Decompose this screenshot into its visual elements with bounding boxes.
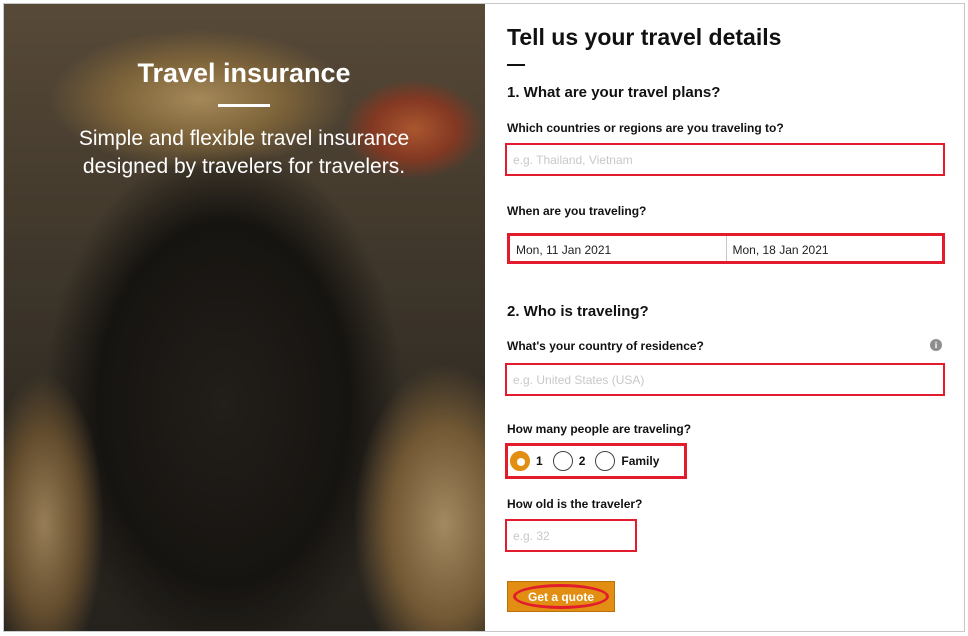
page-frame: Travel insurance Simple and flexible tra… xyxy=(3,3,965,632)
people-option-label: Family xyxy=(621,454,660,468)
section-travel-plans: 1. What are your travel plans? xyxy=(507,84,721,101)
countries-input[interactable]: e.g. Thailand, Vietnam xyxy=(505,143,945,176)
form-title: Tell us your travel details xyxy=(507,24,782,50)
people-count-label: How many people are traveling? xyxy=(507,422,692,436)
info-icon[interactable]: i xyxy=(930,339,942,351)
travel-details-form: Tell us your travel details 1. What are … xyxy=(485,4,964,631)
hero-subtitle: Simple and flexible travel insurance des… xyxy=(78,127,410,178)
people-option-label: 2 xyxy=(578,454,586,468)
section-who-traveling: 2. Who is traveling? xyxy=(507,303,649,320)
traveler-age-input[interactable]: e.g. 32 xyxy=(505,519,637,552)
people-option-family[interactable]: Family xyxy=(595,451,659,471)
form-title-divider xyxy=(507,64,525,66)
end-date-input[interactable]: Mon, 18 Jan 2021 xyxy=(725,236,943,261)
hero-image-panel: Travel insurance Simple and flexible tra… xyxy=(4,4,485,631)
people-count-radio-group: 1 2 Family xyxy=(505,443,687,479)
people-option-2[interactable]: 2 xyxy=(552,451,586,471)
travel-dates-label: When are you traveling? xyxy=(507,204,647,218)
people-option-1[interactable]: 1 xyxy=(510,451,543,471)
hero-divider xyxy=(218,104,270,107)
traveler-age-label: How old is the traveler? xyxy=(507,497,643,511)
get-quote-button[interactable]: Get a quote xyxy=(507,581,615,612)
get-quote-label: Get a quote xyxy=(527,589,594,604)
residence-label: What's your country of residence? xyxy=(507,339,704,353)
residence-input[interactable]: e.g. United States (USA) xyxy=(505,363,945,396)
people-option-label: 1 xyxy=(536,454,543,468)
travel-dates-field: Mon, 11 Jan 2021 Mon, 18 Jan 2021 xyxy=(507,233,945,264)
radio-unselected-icon[interactable] xyxy=(595,451,616,471)
hero-content: Travel insurance Simple and flexible tra… xyxy=(44,58,444,181)
hero-title: Travel insurance xyxy=(137,58,351,88)
start-date-input[interactable]: Mon, 11 Jan 2021 xyxy=(510,236,726,261)
radio-unselected-icon[interactable] xyxy=(552,451,573,471)
radio-selected-icon[interactable] xyxy=(510,451,530,471)
countries-label: Which countries or regions are you trave… xyxy=(507,121,784,135)
